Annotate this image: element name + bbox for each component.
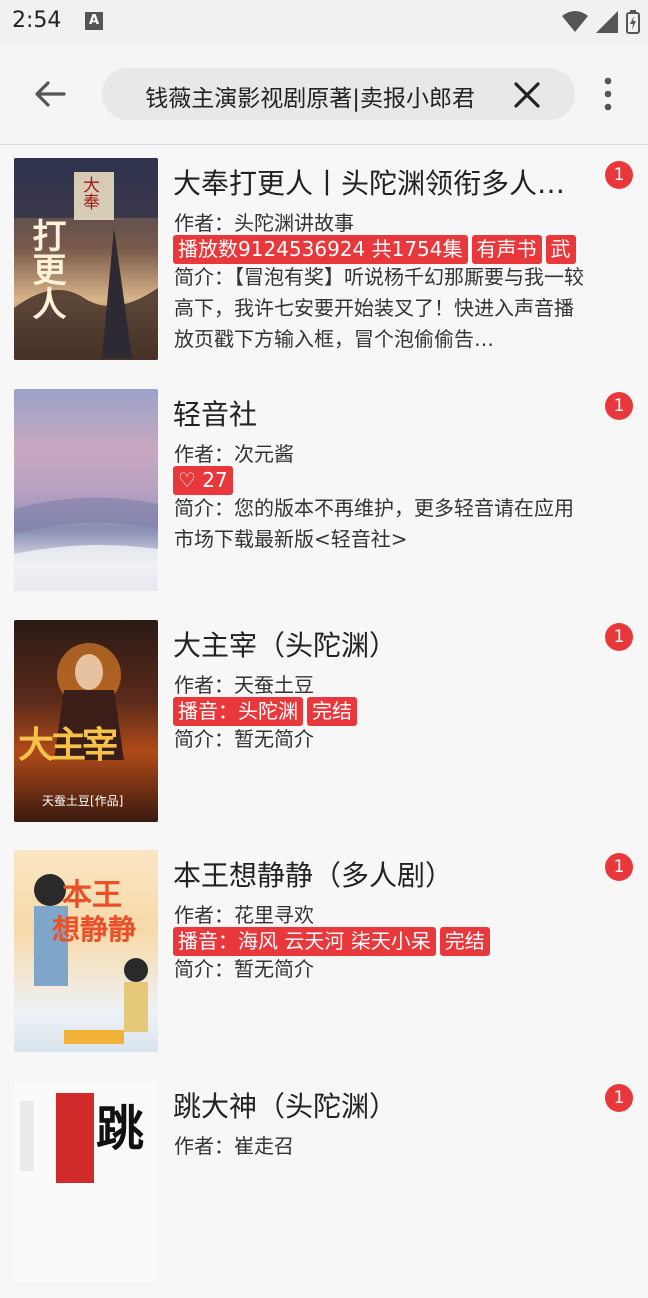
cover-title: 跳 [96, 1101, 145, 1157]
item-author: 作者：天蚕土豆 [174, 673, 314, 697]
cover-art [14, 497, 158, 591]
cover-title: 大奉 [79, 176, 99, 210]
status-bar: 2:54 A [0, 0, 648, 44]
notification-icon: A [85, 12, 103, 30]
item-author: 作者：头陀渊讲故事 [174, 211, 354, 235]
tag-status: 完结 [307, 697, 357, 726]
book-cover[interactable]: 本王 想静静 [14, 850, 158, 1052]
list-item[interactable]: 轻音社 作者：次元酱 ♡ 27 简介：您的版本不再维护，更多轻音请在应用市场下载… [0, 376, 648, 606]
signal-icon [596, 11, 618, 33]
search-input[interactable]: 钱薇主演影视剧原著|卖报小郎君 [102, 68, 575, 120]
book-cover[interactable]: 大主宰 天蚕土豆[作品] [14, 620, 158, 822]
item-title[interactable]: 本王想静静（多人剧） [173, 854, 583, 894]
status-time: 2:54 [12, 8, 62, 33]
item-author: 作者：崔走召 [174, 1134, 294, 1158]
item-intro: 简介：暂无简介 [174, 957, 314, 981]
item-intro: 简介：暂无简介 [174, 727, 314, 751]
cover-title-2: 打更人 [26, 218, 66, 320]
list-item[interactable]: 大主宰 天蚕土豆[作品] 大主宰（头陀渊） 作者：天蚕土豆 播音：头陀渊 完结 … [0, 607, 648, 837]
item-intro: 简介：您的版本不再维护，更多轻音请在应用市场下载最新版<轻音社> [174, 496, 574, 551]
tag-play-count: 播放数9124536924 共1754集 [173, 235, 468, 264]
book-cover[interactable] [14, 389, 158, 591]
item-author: 作者：次元酱 [174, 442, 294, 466]
tag-narrator: 播音：海风 云天河 柒天小呆 [173, 927, 436, 956]
tag-narrator: 播音：头陀渊 [173, 697, 303, 726]
item-tags: 播音：海风 云天河 柒天小呆 完结 [173, 927, 490, 956]
item-title[interactable]: 大主宰（头陀渊） [173, 624, 583, 664]
item-title[interactable]: 轻音社 [173, 393, 583, 433]
item-tags: 播音：头陀渊 完结 [173, 697, 357, 726]
tag-audiobook: 有声书 [471, 235, 542, 264]
close-icon[interactable] [513, 81, 541, 109]
search-input-value[interactable]: 钱薇主演影视剧原著|卖报小郎君 [145, 79, 475, 113]
count-badge: 1 [605, 853, 633, 881]
tag-genre: 武 [545, 235, 576, 264]
list-item[interactable]: 大奉 打更人 大奉打更人丨头陀渊领衔多人演播 作者：头陀渊讲故事 播放数9124… [0, 145, 648, 375]
list-item[interactable]: 跳 跳大神（头陀渊） 作者：崔走召 1 [0, 1068, 648, 1298]
battery-icon [626, 10, 640, 34]
count-badge: 1 [605, 623, 633, 651]
item-title[interactable]: 跳大神（头陀渊） [173, 1085, 583, 1125]
count-badge: 1 [605, 1084, 633, 1112]
search-toolbar: 钱薇主演影视剧原著|卖报小郎君 [0, 44, 648, 145]
item-title[interactable]: 大奉打更人丨头陀渊领衔多人演播 [173, 162, 583, 202]
item-intro: 简介：【冒泡有奖】听说杨千幻那厮要与我一较高下，我许七安要开始装叉了！快进入声音… [174, 265, 584, 351]
cover-title-2: 想静静 [52, 913, 137, 946]
tag-likes: ♡ 27 [173, 466, 233, 495]
list-item[interactable]: 本王 想静静 本王想静静（多人剧） 作者：花里寻欢 播音：海风 云天河 柒天小呆… [0, 837, 648, 1067]
tag-status: 完结 [439, 927, 490, 956]
item-author: 作者：花里寻欢 [174, 903, 314, 927]
arrow-back-icon[interactable] [30, 74, 70, 114]
book-cover[interactable]: 跳 [14, 1081, 158, 1283]
item-tags: ♡ 27 [173, 466, 233, 495]
book-cover[interactable]: 大奉 打更人 [14, 158, 158, 360]
item-tags: 播放数9124536924 共1754集 有声书 武 [173, 235, 576, 264]
more-vert-icon[interactable] [598, 74, 618, 114]
cover-title: 大主宰 [18, 724, 118, 766]
wifi-icon [562, 11, 588, 32]
count-badge: 1 [605, 161, 633, 189]
status-icons [562, 8, 640, 36]
cover-subtitle: 天蚕土豆[作品] [42, 794, 124, 808]
count-badge: 1 [605, 392, 633, 420]
